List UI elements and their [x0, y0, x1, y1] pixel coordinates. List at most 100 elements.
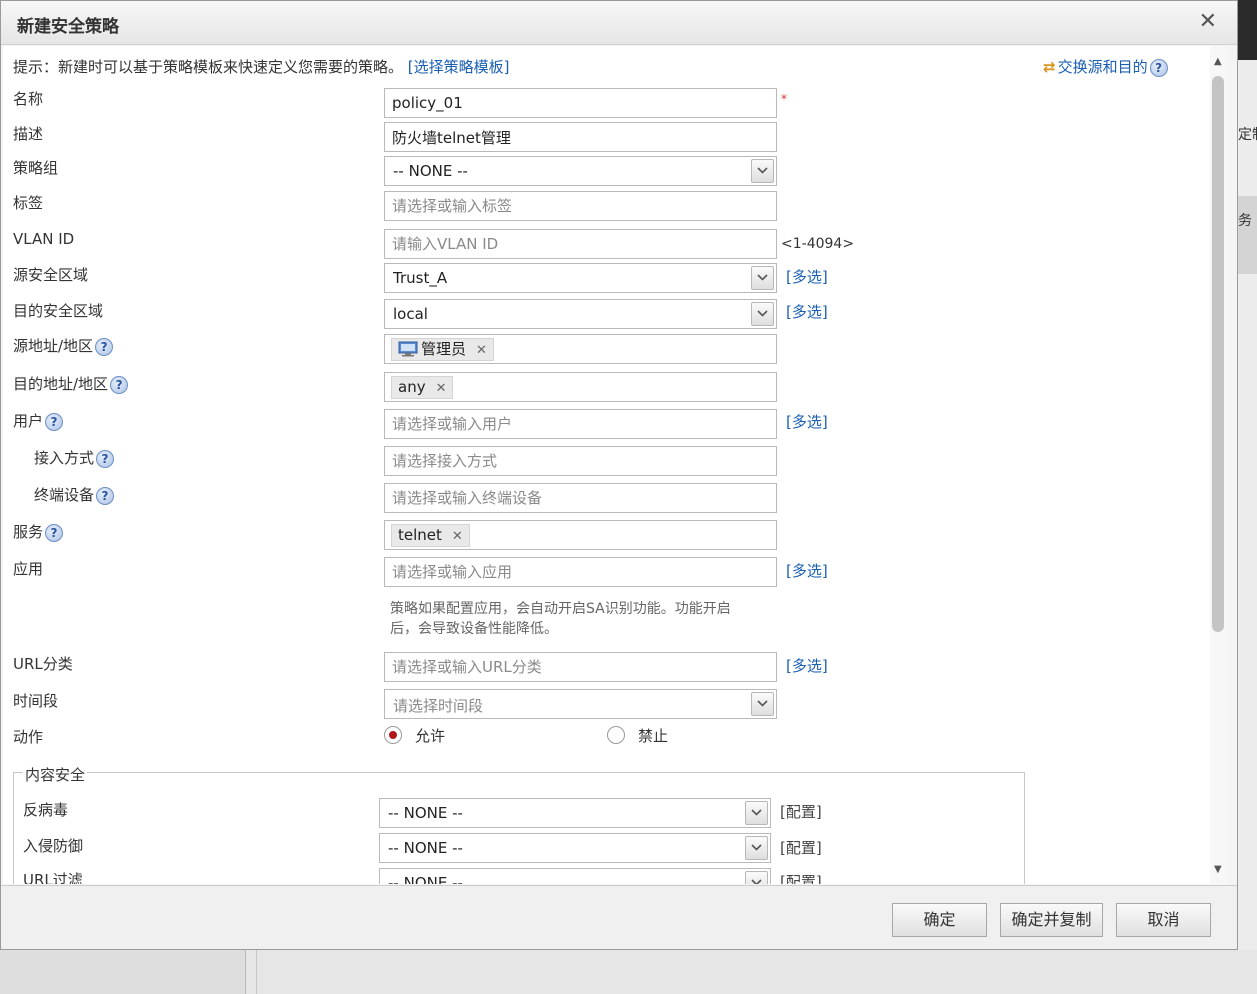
- policy-group-select[interactable]: -- NONE --: [384, 156, 777, 186]
- service-tag[interactable]: telnet ✕: [391, 524, 470, 547]
- chevron-down-icon[interactable]: [745, 871, 768, 884]
- application-field[interactable]: [384, 557, 777, 587]
- url-category-label: URL分类: [13, 655, 73, 673]
- service-field[interactable]: telnet ✕: [384, 520, 777, 550]
- vlan-field[interactable]: [384, 229, 777, 259]
- chevron-down-icon[interactable]: [751, 266, 774, 290]
- hint-text: 提示：新建时可以基于策略模板来快速定义您需要的策略。 [选择策略模板]: [13, 58, 510, 76]
- ips-select[interactable]: -- NONE --: [379, 833, 771, 863]
- user-multi-link[interactable]: [多选]: [786, 411, 828, 432]
- allow-radio[interactable]: [384, 726, 402, 744]
- dst-addr-tag[interactable]: any ✕: [391, 376, 454, 399]
- help-icon[interactable]: ?: [95, 337, 114, 356]
- scrollbar-thumb[interactable]: [1212, 76, 1224, 632]
- dialog-footer: 确定 确定并复制 取消: [1, 885, 1237, 949]
- dialog-title: 新建安全策略: [17, 17, 119, 37]
- description-input[interactable]: [385, 123, 776, 151]
- help-icon[interactable]: ?: [96, 449, 115, 468]
- close-icon[interactable]: ✕: [1199, 10, 1217, 34]
- description-field[interactable]: [384, 122, 777, 152]
- ips-value: -- NONE --: [388, 839, 463, 857]
- background-app-header: [1238, 0, 1257, 60]
- tag-input[interactable]: [385, 192, 776, 220]
- help-icon[interactable]: ?: [1149, 58, 1168, 77]
- tag-label: 标签: [13, 194, 44, 212]
- dst-zone-label: 目的安全区域: [13, 302, 104, 320]
- src-zone-label: 源安全区域: [13, 266, 89, 284]
- url-category-field[interactable]: [384, 652, 777, 682]
- url-category-input[interactable]: [385, 653, 776, 681]
- allow-label: 允许: [415, 727, 446, 745]
- service-label: 服务?: [13, 521, 64, 542]
- access-mode-input[interactable]: [385, 447, 776, 475]
- src-zone-multi-link[interactable]: [多选]: [786, 266, 828, 287]
- ips-config-link[interactable]: [配置]: [780, 837, 822, 858]
- tag-field[interactable]: [384, 191, 777, 221]
- name-field[interactable]: [384, 88, 777, 118]
- dst-zone-multi-link[interactable]: [多选]: [786, 301, 828, 322]
- url-filter-config-link[interactable]: [配置]: [780, 871, 822, 884]
- dst-addr-field[interactable]: any ✕: [384, 372, 777, 402]
- select-template-link[interactable]: [选择策略模板]: [408, 58, 510, 76]
- policy-group-label: 策略组: [13, 159, 59, 177]
- name-input[interactable]: [385, 89, 776, 117]
- scroll-down-icon[interactable]: ▼: [1214, 864, 1222, 875]
- user-input[interactable]: [385, 410, 776, 438]
- url-filter-label: URL过滤: [23, 871, 83, 884]
- antivirus-config-link[interactable]: [配置]: [780, 801, 822, 822]
- src-addr-field[interactable]: 管理员 ✕: [384, 334, 777, 364]
- swap-src-dst-link[interactable]: ⇄ 交换源和目的?: [1043, 56, 1168, 77]
- ips-label: 入侵防御: [23, 837, 84, 855]
- deny-radio[interactable]: [607, 726, 625, 744]
- application-multi-link[interactable]: [多选]: [786, 560, 828, 581]
- vlan-input[interactable]: [385, 230, 776, 258]
- help-icon[interactable]: ?: [110, 375, 129, 394]
- antivirus-select[interactable]: -- NONE --: [379, 798, 771, 828]
- src-zone-select[interactable]: Trust_A: [384, 263, 777, 293]
- deny-label: 禁止: [638, 727, 669, 745]
- chevron-down-icon[interactable]: [745, 801, 768, 825]
- user-field[interactable]: [384, 409, 777, 439]
- scroll-up-icon[interactable]: ▲: [1214, 56, 1222, 67]
- background-band: [1238, 196, 1257, 274]
- time-range-select[interactable]: 请选择时间段: [384, 689, 777, 719]
- background-text: 定制: [1238, 127, 1257, 143]
- chevron-down-icon[interactable]: [751, 692, 774, 716]
- action-label: 动作: [13, 728, 44, 746]
- remove-tag-icon[interactable]: ✕: [436, 381, 447, 396]
- dst-addr-label: 目的地址/地区?: [13, 373, 129, 394]
- chevron-down-icon[interactable]: [745, 836, 768, 860]
- application-input[interactable]: [385, 558, 776, 586]
- ok-button[interactable]: 确定: [892, 903, 987, 937]
- cancel-button[interactable]: 取消: [1116, 903, 1211, 937]
- chevron-down-icon[interactable]: [751, 159, 774, 183]
- vlan-label: VLAN ID: [13, 230, 75, 248]
- policy-group-value: -- NONE --: [393, 162, 468, 180]
- dialog-body: 提示：新建时可以基于策略模板来快速定义您需要的策略。 [选择策略模板] ⇄ 交换源…: [3, 46, 1210, 884]
- time-range-value: 请选择时间段: [393, 697, 484, 715]
- src-addr-label: 源地址/地区?: [13, 335, 114, 356]
- chevron-down-icon[interactable]: [751, 302, 774, 326]
- remove-tag-icon[interactable]: ✕: [476, 343, 487, 358]
- dst-zone-select[interactable]: local: [384, 299, 777, 329]
- help-icon[interactable]: ?: [45, 523, 64, 542]
- access-mode-field[interactable]: [384, 446, 777, 476]
- new-security-policy-dialog: 新建安全策略 ✕ 提示：新建时可以基于策略模板来快速定义您需要的策略。 [选择策…: [0, 0, 1238, 950]
- description-label: 描述: [13, 125, 44, 143]
- remove-tag-icon[interactable]: ✕: [452, 529, 463, 544]
- src-addr-tag[interactable]: 管理员 ✕: [391, 338, 494, 361]
- dialog-titlebar: 新建安全策略 ✕: [1, 1, 1237, 45]
- content-security-legend: 内容安全: [23, 764, 88, 785]
- computer-icon: [398, 341, 418, 357]
- dst-zone-value: local: [393, 305, 428, 323]
- ok-and-copy-button[interactable]: 确定并复制: [1000, 903, 1103, 937]
- vertical-scrollbar[interactable]: ▲ ▼: [1210, 46, 1228, 884]
- help-icon[interactable]: ?: [45, 412, 64, 431]
- vlan-range: <1-4094>: [781, 236, 855, 252]
- terminal-input[interactable]: [385, 484, 776, 512]
- terminal-field[interactable]: [384, 483, 777, 513]
- url-filter-select[interactable]: -- NONE --: [379, 868, 771, 884]
- help-icon[interactable]: ?: [96, 486, 115, 505]
- url-category-multi-link[interactable]: [多选]: [786, 655, 828, 676]
- swap-arrows-icon: ⇄: [1043, 58, 1056, 76]
